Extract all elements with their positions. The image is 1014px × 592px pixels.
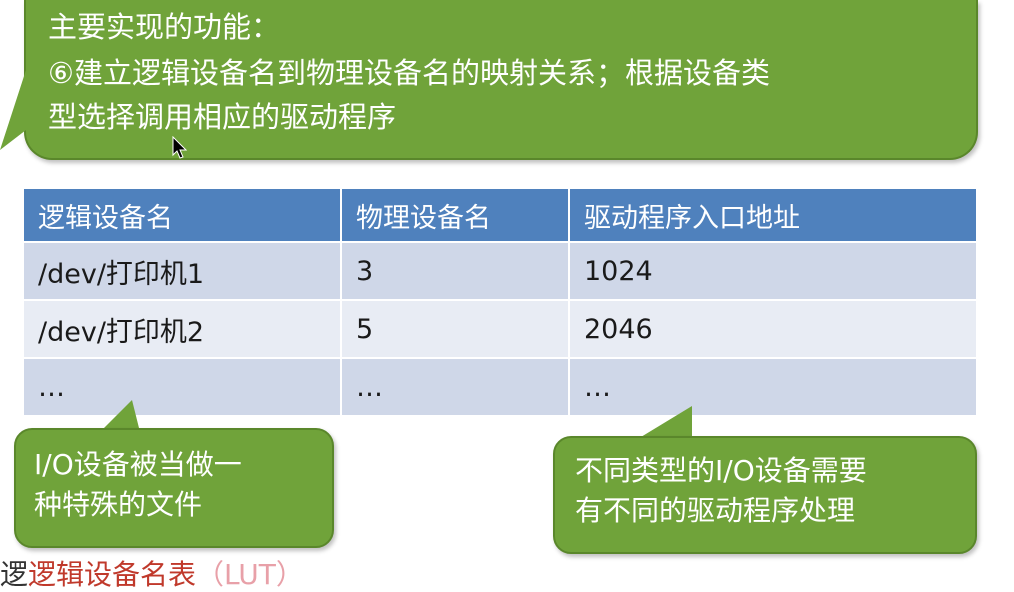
top-callout: 主要实现的功能： ⑥建立逻辑设备名到物理设备名的映射关系；根据设备类 型选择调用…	[24, 0, 978, 160]
mouse-pointer-icon	[172, 136, 188, 159]
table-row: /dev/打印机1 3 1024	[22, 241, 978, 301]
cell-driver-address: 1024	[568, 241, 978, 301]
left-callout: I/O设备被当做一 种特殊的文件	[14, 428, 334, 548]
right-callout-tail	[636, 406, 692, 440]
table-header-row: 逻辑设备名 物理设备名 驱动程序入口地址	[22, 187, 978, 243]
bottom-caption-suffix: （LUT）	[196, 558, 304, 591]
column-header-logical-name: 逻辑设备名	[22, 187, 342, 243]
logical-device-table: 逻辑设备名 物理设备名 驱动程序入口地址 /dev/打印机1 3 1024 /d…	[22, 187, 978, 417]
column-header-physical-name: 物理设备名	[340, 187, 570, 243]
bottom-caption: 逻逻辑设备名表（LUT）	[0, 558, 304, 592]
callout-heading: 主要实现的功能：	[48, 10, 281, 44]
cell-physical-name: 5	[340, 299, 570, 359]
table-row: /dev/打印机2 5 2046	[22, 299, 978, 359]
callout-line-3: 型选择调用相应的驱动程序	[48, 100, 397, 134]
left-callout-line-1: I/O设备被当做一	[34, 448, 242, 481]
right-callout-line-2: 有不同的驱动程序处理	[575, 494, 856, 527]
table-row: … … …	[22, 357, 978, 417]
top-callout-tail	[0, 70, 26, 150]
left-callout-line-2: 种特殊的文件	[34, 488, 203, 521]
column-header-driver-address: 驱动程序入口地址	[568, 187, 978, 243]
right-callout: 不同类型的I/O设备需要 有不同的驱动程序处理	[553, 436, 977, 554]
cell-logical-name: /dev/打印机1	[22, 241, 342, 301]
cell-driver-address: …	[568, 357, 978, 417]
bottom-caption-prefix: 逻	[0, 558, 29, 591]
bottom-caption-highlight: 逻辑设备名表	[28, 558, 197, 591]
callout-line-2: ⑥建立逻辑设备名到物理设备名的映射关系；根据设备类	[48, 56, 770, 90]
right-callout-line-1: 不同类型的I/O设备需要	[575, 454, 867, 487]
cell-driver-address: 2046	[568, 299, 978, 359]
cell-physical-name: 3	[340, 241, 570, 301]
left-callout-tail	[100, 400, 140, 432]
cell-logical-name: …	[22, 357, 342, 417]
cell-physical-name: …	[340, 357, 570, 417]
cell-logical-name: /dev/打印机2	[22, 299, 342, 359]
